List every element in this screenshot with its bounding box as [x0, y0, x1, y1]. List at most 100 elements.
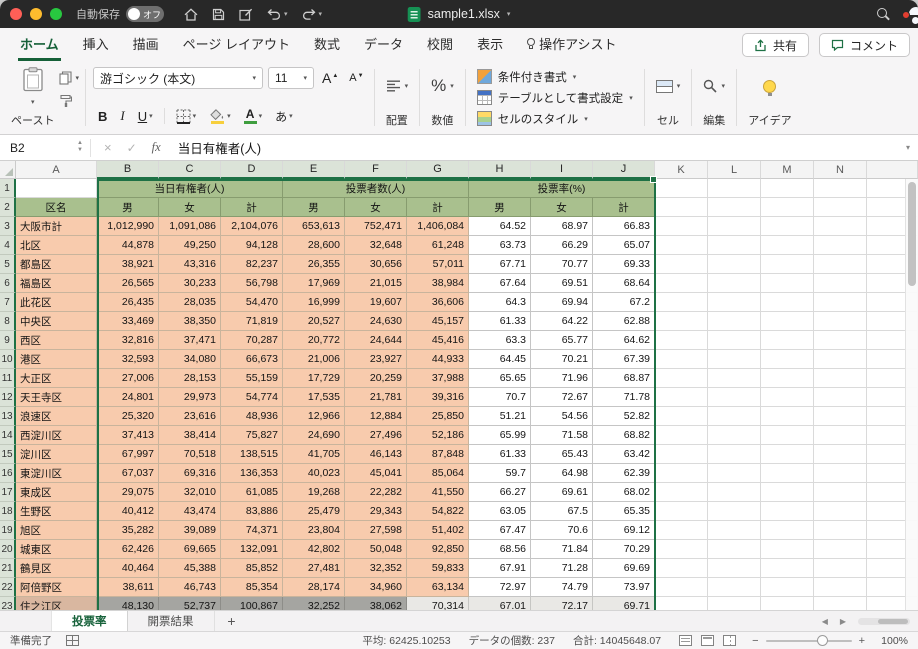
- cell-J18[interactable]: 65.35: [593, 502, 655, 521]
- cell-M13[interactable]: [761, 407, 814, 426]
- cell-D16[interactable]: 136,353: [221, 464, 283, 483]
- cell-H11[interactable]: 65.65: [469, 369, 531, 388]
- column-header-F[interactable]: F: [345, 161, 407, 179]
- formula-content[interactable]: 当日有権者(人): [178, 138, 261, 157]
- column-header-J[interactable]: J: [593, 161, 655, 179]
- cell-C13[interactable]: 23,616: [159, 407, 221, 426]
- cell-N23[interactable]: [814, 597, 867, 610]
- cell-E7[interactable]: 16,999: [283, 293, 345, 312]
- cell-N1[interactable]: [814, 179, 867, 198]
- cell-D2[interactable]: 計: [221, 198, 283, 217]
- cell-D17[interactable]: 61,085: [221, 483, 283, 502]
- save-button[interactable]: [212, 8, 225, 21]
- cell-B12[interactable]: 24,801: [97, 388, 159, 407]
- cell-H14[interactable]: 65.99: [469, 426, 531, 445]
- sheet-tab-0[interactable]: 投票率: [52, 611, 128, 631]
- cell-F12[interactable]: 21,781: [345, 388, 407, 407]
- cell-K17[interactable]: [655, 483, 708, 502]
- row-header-2[interactable]: 2: [0, 198, 16, 217]
- cell-C4[interactable]: 49,250: [159, 236, 221, 255]
- row-header-20[interactable]: 20: [0, 540, 16, 559]
- column-header-C[interactable]: C: [159, 161, 221, 179]
- insert-function-button[interactable]: fx: [152, 140, 161, 155]
- cell-N21[interactable]: [814, 559, 867, 578]
- undo-dropdown-icon[interactable]: ▾: [284, 10, 288, 18]
- cell-G17[interactable]: 41,550: [407, 483, 469, 502]
- cell-B23[interactable]: 48,130: [97, 597, 159, 610]
- row-header-22[interactable]: 22: [0, 578, 16, 597]
- cell-H9[interactable]: 63.3: [469, 331, 531, 350]
- cell-E6[interactable]: 17,969: [283, 274, 345, 293]
- cell-M7[interactable]: [761, 293, 814, 312]
- editing-group-button[interactable]: ▾ 編集: [696, 64, 732, 131]
- cell-styles-button[interactable]: セルのスタイル ▾: [472, 108, 638, 129]
- cell-A18[interactable]: 生野区: [16, 502, 97, 521]
- cell-K11[interactable]: [655, 369, 708, 388]
- formula-bar-expand-icon[interactable]: ▾: [906, 143, 910, 152]
- cell-L9[interactable]: [708, 331, 761, 350]
- cell-B17[interactable]: 29,075: [97, 483, 159, 502]
- cell-G7[interactable]: 36,606: [407, 293, 469, 312]
- cell-B22[interactable]: 38,611: [97, 578, 159, 597]
- cell-F18[interactable]: 29,343: [345, 502, 407, 521]
- new-item-button[interactable]: [239, 8, 253, 21]
- minimize-window-button[interactable]: [30, 8, 42, 20]
- title-dropdown-icon[interactable]: ▾: [507, 10, 511, 18]
- cell-E19[interactable]: 23,804: [283, 521, 345, 540]
- cell-N9[interactable]: [814, 331, 867, 350]
- cell-D8[interactable]: 71,819: [221, 312, 283, 331]
- cell-M23[interactable]: [761, 597, 814, 610]
- cell-A14[interactable]: 西淀川区: [16, 426, 97, 445]
- row-header-16[interactable]: 16: [0, 464, 16, 483]
- cell-C20[interactable]: 69,665: [159, 540, 221, 559]
- cell-B16[interactable]: 67,037: [97, 464, 159, 483]
- cell-F3[interactable]: 752,471: [345, 217, 407, 236]
- cell-A19[interactable]: 旭区: [16, 521, 97, 540]
- font-name-combo[interactable]: 游ゴシック (本文) ▾: [92, 67, 263, 89]
- cell-A4[interactable]: 北区: [16, 236, 97, 255]
- cell-I4[interactable]: 66.29: [531, 236, 593, 255]
- cell-A16[interactable]: 東淀川区: [16, 464, 97, 483]
- cell-L12[interactable]: [708, 388, 761, 407]
- cell-N8[interactable]: [814, 312, 867, 331]
- cell-B21[interactable]: 40,464: [97, 559, 159, 578]
- cell-I19[interactable]: 70.6: [531, 521, 593, 540]
- cell-J7[interactable]: 67.2: [593, 293, 655, 312]
- cell-B7[interactable]: 26,435: [97, 293, 159, 312]
- cell-F13[interactable]: 12,884: [345, 407, 407, 426]
- cell-A10[interactable]: 港区: [16, 350, 97, 369]
- cell-E16[interactable]: 40,023: [283, 464, 345, 483]
- cell-C14[interactable]: 38,414: [159, 426, 221, 445]
- cell-A5[interactable]: 都島区: [16, 255, 97, 274]
- horizontal-scrollbar[interactable]: [858, 617, 910, 625]
- cell-K23[interactable]: [655, 597, 708, 610]
- cell-C15[interactable]: 70,518: [159, 445, 221, 464]
- comments-button[interactable]: コメント: [818, 33, 910, 57]
- paste-dropdown-icon[interactable]: ▾: [31, 98, 35, 106]
- column-header-E[interactable]: E: [283, 161, 345, 179]
- cell-N5[interactable]: [814, 255, 867, 274]
- row-header-12[interactable]: 12: [0, 388, 16, 407]
- column-header-D[interactable]: D: [221, 161, 283, 179]
- underline-dropdown-icon[interactable]: ▾: [149, 112, 153, 120]
- cell-B5[interactable]: 38,921: [97, 255, 159, 274]
- cell-M3[interactable]: [761, 217, 814, 236]
- cell-G9[interactable]: 45,416: [407, 331, 469, 350]
- cell-G16[interactable]: 85,064: [407, 464, 469, 483]
- column-header-N[interactable]: N: [814, 161, 867, 179]
- cell-I12[interactable]: 72.67: [531, 388, 593, 407]
- cell-E15[interactable]: 41,705: [283, 445, 345, 464]
- row-header-7[interactable]: 7: [0, 293, 16, 312]
- copy-button[interactable]: ▾: [59, 71, 79, 85]
- cell-A11[interactable]: 大正区: [16, 369, 97, 388]
- cell-H8[interactable]: 61.33: [469, 312, 531, 331]
- cell-D10[interactable]: 66,673: [221, 350, 283, 369]
- vertical-scrollbar-thumb[interactable]: [908, 182, 916, 286]
- cell-M16[interactable]: [761, 464, 814, 483]
- column-header-L[interactable]: L: [708, 161, 761, 179]
- cell-A12[interactable]: 天王寺区: [16, 388, 97, 407]
- cell-C6[interactable]: 30,233: [159, 274, 221, 293]
- cell-H6[interactable]: 67.64: [469, 274, 531, 293]
- cell-D13[interactable]: 48,936: [221, 407, 283, 426]
- cell-F17[interactable]: 22,282: [345, 483, 407, 502]
